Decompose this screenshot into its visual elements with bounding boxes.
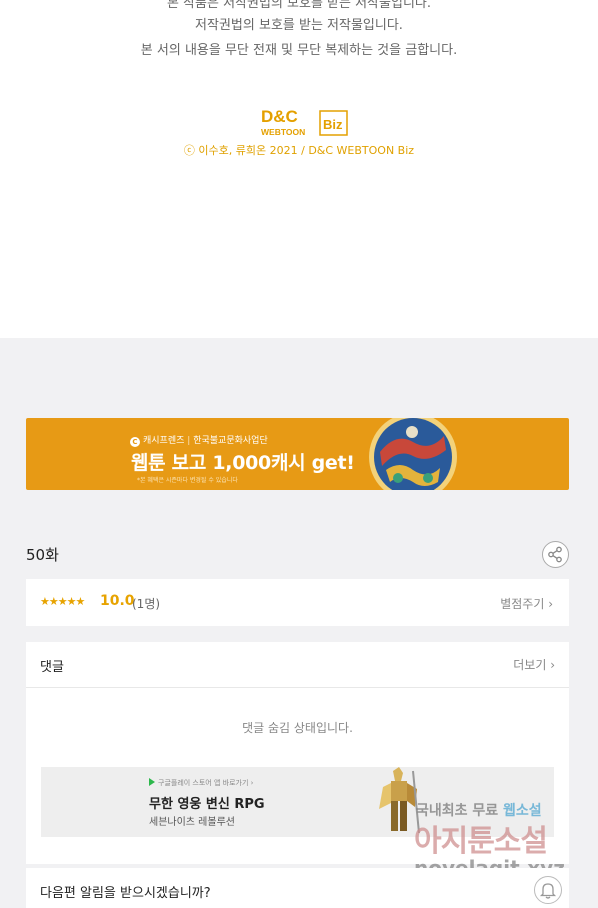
logo-biz-text: Biz [323, 117, 343, 132]
copyright-notice-line-2: 저작권법의 보호를 받는 저작물입니다. [195, 18, 403, 33]
banner-separator: | [187, 436, 191, 446]
logo-webtoon-text: WEBTOON [261, 127, 305, 137]
banner-headline: 웹툰 보고 1,000캐시 get! [131, 452, 355, 474]
notify-question: 다음편 알림을 받으시겠습니까? [40, 886, 211, 901]
copyright-notice-line-3: 본 서의 내용을 무단 전재 및 무단 복제하는 것을 금합니다. [140, 43, 458, 58]
share-button[interactable] [542, 541, 569, 568]
rating-stars: ★★★★★ [40, 595, 85, 608]
copyright-notice-line-1: 본 작품은 저작권법의 보호를 받는 저작물입니다. [167, 0, 431, 11]
banner-brand-row: C 캐시프렌즈 | 한국불교문화사업단 [130, 433, 268, 447]
rating-count: (1명) [132, 597, 161, 611]
end-of-chapter-section: 본 작품은 저작권법의 보호를 받는 저작물입니다. 저작권법의 보호를 받는 … [0, 0, 598, 338]
ad-subtitle: 세븐나이츠 레볼루션 [149, 817, 235, 828]
google-play-icon [149, 778, 155, 786]
publisher-copyright: ⓒ 이수호, 류희온 2021 / D&C WEBTOON Biz [183, 144, 415, 157]
bell-icon [539, 883, 557, 899]
ad-title: 무한 영웅 변신 RPG [149, 797, 265, 812]
logo-dc-text: D&C [261, 107, 298, 126]
publisher-logo: D&C WEBTOON Biz [261, 107, 348, 137]
next-episode-notify-card: 다음편 알림을 받으시겠습니까? [26, 868, 569, 908]
cashfriends-banner[interactable]: C 캐시프렌즈 | 한국불교문화사업단 웹툰 보고 1,000캐시 get! *본… [26, 418, 569, 490]
rating-score: 10.0 [100, 593, 135, 609]
episode-title: 50화 [26, 546, 59, 564]
cashfriends-logo-icon: C [130, 437, 140, 447]
dragon-medallion-image [369, 418, 457, 490]
share-icon [548, 546, 562, 563]
comments-heading: 댓글 [40, 660, 64, 675]
ad-store-label: 구글플레이 스토어 앱 바로가기 › [158, 779, 254, 787]
give-rating-button[interactable]: 별점주기 › [500, 595, 553, 612]
banner-fine-print: *본 혜택은 시즌마다 변경될 수 있습니다 [137, 477, 238, 484]
comments-divider [26, 687, 569, 688]
notify-bell-button[interactable] [534, 876, 562, 904]
banner-brand: 캐시프렌즈 [143, 436, 185, 446]
watermark-line-2: 아지툰소설 [414, 824, 548, 859]
ad-store-link: 구글플레이 스토어 앱 바로가기 › [149, 778, 253, 788]
comments-more-button[interactable]: 더보기 › [513, 656, 555, 673]
comments-hidden-message: 댓글 숨김 상태입니다. [242, 721, 353, 735]
banner-org: 한국불교문화사업단 [193, 436, 268, 446]
rating-card: ★★★★★ 10.0 (1명) 별점주기 › [26, 579, 569, 626]
